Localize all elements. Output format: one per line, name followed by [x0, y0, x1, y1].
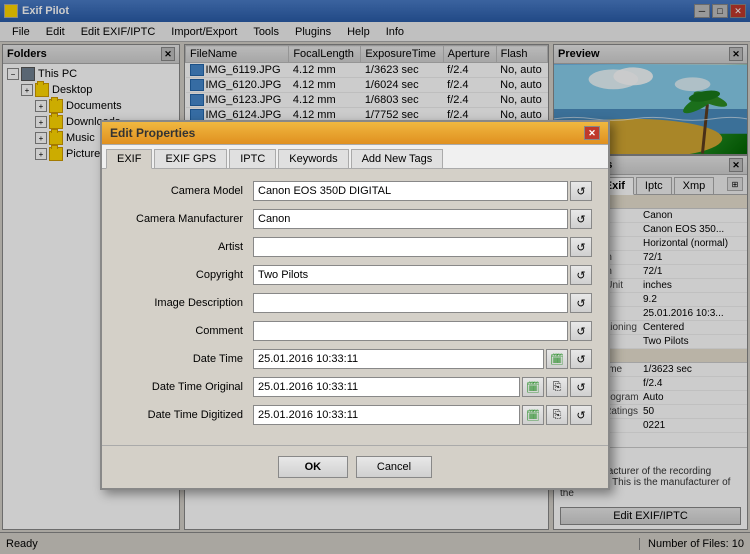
- dialog-title-bar: Edit Properties ✕: [102, 122, 608, 145]
- input-datetime-digitized[interactable]: [253, 405, 520, 425]
- form-row-camera-model: Camera Model ↺: [118, 181, 592, 201]
- calendar-datetime[interactable]: 🗓: [546, 349, 568, 369]
- reset-datetime-original[interactable]: ↺: [570, 377, 592, 397]
- reset-camera-manufacturer[interactable]: ↺: [570, 209, 592, 229]
- dialog-title-text: Edit Properties: [110, 126, 195, 140]
- input-camera-manufacturer[interactable]: [253, 209, 568, 229]
- copy-datetime-digitized[interactable]: ⎘: [546, 405, 568, 425]
- form-row-image-description: Image Description ↺: [118, 293, 592, 313]
- reset-image-description[interactable]: ↺: [570, 293, 592, 313]
- dialog-close-button[interactable]: ✕: [584, 126, 600, 140]
- reset-datetime-digitized[interactable]: ↺: [570, 405, 592, 425]
- modal-overlay: Edit Properties ✕ EXIF EXIF GPS IPTC Key…: [0, 0, 750, 554]
- label-datetime: Date Time: [118, 353, 253, 365]
- calendar-datetime-digitized[interactable]: 🗓: [522, 405, 544, 425]
- label-camera-model: Camera Model: [118, 185, 253, 197]
- input-datetime[interactable]: [253, 349, 544, 369]
- label-camera-manufacturer: Camera Manufacturer: [118, 213, 253, 225]
- cancel-button[interactable]: Cancel: [356, 456, 432, 478]
- label-artist: Artist: [118, 241, 253, 253]
- form-row-datetime-original: Date Time Original 🗓 ⎘ ↺: [118, 377, 592, 397]
- reset-artist[interactable]: ↺: [570, 237, 592, 257]
- label-datetime-original: Date Time Original: [118, 381, 253, 393]
- form-row-datetime: Date Time 🗓 ↺: [118, 349, 592, 369]
- dialog-tab-addnewtags[interactable]: Add New Tags: [351, 149, 444, 168]
- dialog-tabs: EXIF EXIF GPS IPTC Keywords Add New Tags: [102, 145, 608, 169]
- dialog-tab-keywords[interactable]: Keywords: [278, 149, 348, 168]
- dialog-content: Camera Model ↺ Camera Manufacturer ↺ Art…: [102, 169, 608, 445]
- dialog-footer: OK Cancel: [102, 445, 608, 488]
- reset-datetime[interactable]: ↺: [570, 349, 592, 369]
- dialog-tab-iptc[interactable]: IPTC: [229, 149, 276, 168]
- form-row-copyright: Copyright ↺: [118, 265, 592, 285]
- input-datetime-original[interactable]: [253, 377, 520, 397]
- ok-button[interactable]: OK: [278, 456, 348, 478]
- label-copyright: Copyright: [118, 269, 253, 281]
- form-row-camera-manufacturer: Camera Manufacturer ↺: [118, 209, 592, 229]
- input-comment[interactable]: [253, 321, 568, 341]
- calendar-datetime-original[interactable]: 🗓: [522, 377, 544, 397]
- reset-comment[interactable]: ↺: [570, 321, 592, 341]
- copy-datetime-original[interactable]: ⎘: [546, 377, 568, 397]
- form-row-comment: Comment ↺: [118, 321, 592, 341]
- edit-properties-dialog: Edit Properties ✕ EXIF EXIF GPS IPTC Key…: [100, 120, 610, 490]
- input-artist[interactable]: [253, 237, 568, 257]
- label-image-description: Image Description: [118, 297, 253, 309]
- label-datetime-digitized: Date Time Digitized: [118, 409, 253, 421]
- reset-copyright[interactable]: ↺: [570, 265, 592, 285]
- input-camera-model[interactable]: [253, 181, 568, 201]
- form-row-datetime-digitized: Date Time Digitized 🗓 ⎘ ↺: [118, 405, 592, 425]
- dialog-tab-exif[interactable]: EXIF: [106, 149, 152, 169]
- dialog-tab-exifgps[interactable]: EXIF GPS: [154, 149, 227, 168]
- label-comment: Comment: [118, 325, 253, 337]
- input-image-description[interactable]: [253, 293, 568, 313]
- form-row-artist: Artist ↺: [118, 237, 592, 257]
- input-copyright[interactable]: [253, 265, 568, 285]
- reset-camera-model[interactable]: ↺: [570, 181, 592, 201]
